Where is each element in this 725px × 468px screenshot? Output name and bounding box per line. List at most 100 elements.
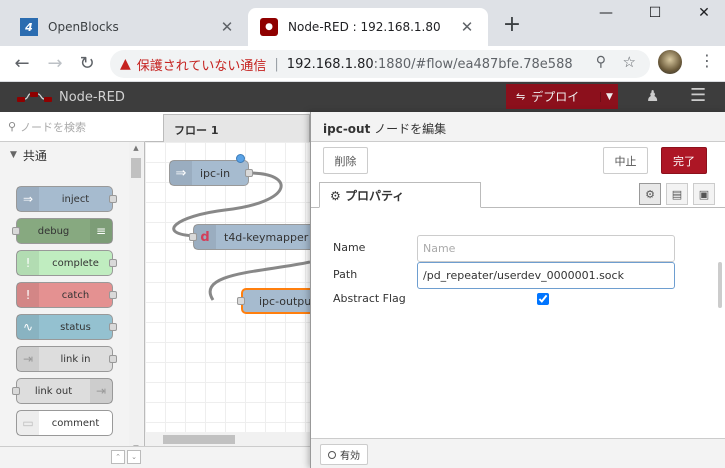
chevron-down-icon: ▼: [10, 150, 17, 160]
node-label: inject: [61, 193, 90, 205]
browser-menu-icon[interactable]: ⋮: [695, 51, 719, 70]
input-port: [12, 387, 20, 395]
abstract-flag-checkbox[interactable]: [537, 293, 549, 305]
palette-node-complete[interactable]: ! complete: [16, 250, 117, 276]
deploy-icon: ⇋: [516, 90, 526, 103]
node-label: catch: [61, 289, 90, 301]
app-name: Node-RED: [59, 89, 125, 105]
browser-tab-strip: 4 OpenBlocks ✕ ● Node-RED : 192.168.1.80…: [0, 0, 725, 46]
not-secure-label[interactable]: 保護されていない通信: [137, 55, 267, 74]
node-label: comment: [51, 417, 100, 429]
address-bar-row: ← → ↻ ▲ 保護されていない通信 | 192.168.1.80:1880/#…: [0, 46, 725, 82]
profile-avatar[interactable]: [658, 50, 682, 74]
cancel-button[interactable]: 中止: [603, 147, 648, 174]
output-port: [109, 291, 117, 299]
node-label: ipc-in: [200, 166, 231, 180]
node-red-favicon-icon: ●: [260, 18, 278, 36]
search-icon: ⚲: [8, 120, 17, 133]
openblocks-favicon-icon: 4: [20, 18, 38, 36]
tray-toolbar: 削除 中止 完了: [311, 142, 725, 182]
node-label: complete: [52, 257, 99, 269]
minimize-button[interactable]: —: [594, 5, 618, 21]
forward-arrow-icon[interactable]: →: [43, 52, 67, 76]
appearance-icon[interactable]: ▣: [693, 183, 715, 205]
abstract-flag-label: Abstract Flag: [333, 292, 406, 305]
zoom-search-icon[interactable]: ⚲: [596, 54, 606, 70]
t4d-icon: d: [194, 225, 216, 249]
input-port[interactable]: [237, 297, 245, 305]
browser-tab-openblocks[interactable]: 4 OpenBlocks ✕: [8, 8, 248, 46]
enabled-toggle[interactable]: 有効: [320, 444, 368, 465]
close-window-button[interactable]: ✕: [692, 5, 716, 21]
node-palette: ⚲ ノードを検索 ▼ 共通 ⇒ inject debug ≡ ! complet…: [0, 112, 145, 468]
palette-search[interactable]: ⚲ ノードを検索: [0, 112, 145, 142]
tab-close-icon[interactable]: ✕: [218, 18, 236, 36]
palette-search-placeholder: ノードを検索: [20, 120, 87, 134]
reload-icon[interactable]: ↻: [75, 52, 99, 76]
category-label: 共通: [22, 148, 47, 163]
bookmark-star-icon[interactable]: ☆: [623, 53, 636, 71]
workspace-footer: [145, 446, 310, 468]
scroll-up-icon[interactable]: ▲: [129, 144, 143, 152]
tab-close-icon[interactable]: ✕: [458, 18, 476, 36]
complete-icon: !: [17, 251, 39, 275]
palette-node-debug[interactable]: debug ≡: [12, 218, 113, 244]
name-field[interactable]: [417, 235, 675, 262]
address-bar[interactable]: ▲ 保護されていない通信 | 192.168.1.80:1880/#flow/e…: [110, 50, 650, 78]
node-label: ipc-output: [259, 294, 310, 308]
collapse-all-icon[interactable]: ⌃: [111, 450, 125, 464]
circle-icon: [328, 450, 336, 459]
output-port: [109, 323, 117, 331]
edit-node-tray: ipc-out ノードを編集 削除 中止 完了 ⚙ プロパティ ⚙ ▤ ▣ Na…: [310, 112, 725, 468]
flow-node-ipc-output[interactable]: ipc-output: [237, 288, 310, 314]
scroll-thumb[interactable]: [163, 435, 235, 444]
workspace-hscrollbar[interactable]: [145, 432, 310, 446]
inject-icon: ⇒: [17, 187, 39, 211]
output-port[interactable]: [245, 169, 253, 177]
link-in-icon: ⇥: [17, 347, 39, 371]
tab-properties[interactable]: ⚙ プロパティ: [319, 182, 481, 208]
browser-tab-node-red[interactable]: ● Node-RED : 192.168.1.80 ✕: [248, 8, 488, 46]
url-path: :1880/#flow/ea487bfe.78e588: [373, 56, 573, 72]
flow-node-ipc-in[interactable]: ⇒ ipc-in: [169, 160, 253, 186]
tab-flow-1[interactable]: フロー 1: [163, 114, 310, 142]
user-icon[interactable]: ♟: [646, 87, 659, 105]
palette-scrollbar[interactable]: ▲ ▼: [129, 142, 143, 454]
status-icon: ∿: [17, 315, 39, 339]
flow-canvas[interactable]: ⇒ ipc-in d t4d-keymapper ipc-output: [145, 142, 310, 442]
done-button[interactable]: 完了: [661, 147, 707, 174]
input-port[interactable]: [189, 233, 197, 241]
tray-title-suffix: ノードを編集: [370, 122, 447, 136]
palette-node-inject[interactable]: ⇒ inject: [16, 186, 117, 212]
palette-category-common[interactable]: ▼ 共通: [0, 142, 129, 168]
url-host: 192.168.1.80: [286, 56, 374, 72]
output-port: [109, 195, 117, 203]
main-menu-icon[interactable]: ☰: [690, 85, 706, 106]
back-arrow-icon[interactable]: ←: [10, 52, 34, 76]
maximize-button[interactable]: ☐: [643, 5, 667, 21]
tray-node-type: ipc-out: [323, 122, 371, 136]
warning-triangle-icon: ▲: [120, 56, 131, 72]
palette-node-status[interactable]: ∿ status: [16, 314, 117, 340]
node-red-header: Node-RED ⇋ デプロイ ▼ ♟ ☰: [0, 82, 725, 112]
palette-node-link-out[interactable]: link out ⇥: [12, 378, 113, 404]
delete-button[interactable]: 削除: [323, 147, 368, 174]
deploy-button[interactable]: ⇋ デプロイ ▼: [506, 84, 618, 109]
path-field[interactable]: [417, 262, 675, 289]
scroll-thumb[interactable]: [131, 158, 141, 178]
palette-node-comment[interactable]: ▭ comment: [16, 410, 113, 436]
description-icon[interactable]: ▤: [666, 183, 688, 205]
input-port: [12, 227, 20, 235]
deploy-label: デプロイ: [531, 90, 580, 104]
enabled-label: 有効: [340, 451, 360, 462]
expand-all-icon[interactable]: ⌄: [127, 450, 141, 464]
output-port: [109, 355, 117, 363]
tray-scrollbar[interactable]: [718, 262, 722, 308]
deploy-dropdown-icon[interactable]: ▼: [600, 91, 618, 102]
properties-gear-icon[interactable]: ⚙: [639, 183, 661, 205]
palette-node-catch[interactable]: ! catch: [16, 282, 117, 308]
flow-node-t4d-keymapper[interactable]: d t4d-keymapper: [189, 224, 310, 250]
new-tab-button[interactable]: +: [500, 13, 524, 37]
palette-node-link-in[interactable]: ⇥ link in: [16, 346, 117, 372]
ipc-in-icon: ⇒: [170, 161, 192, 185]
